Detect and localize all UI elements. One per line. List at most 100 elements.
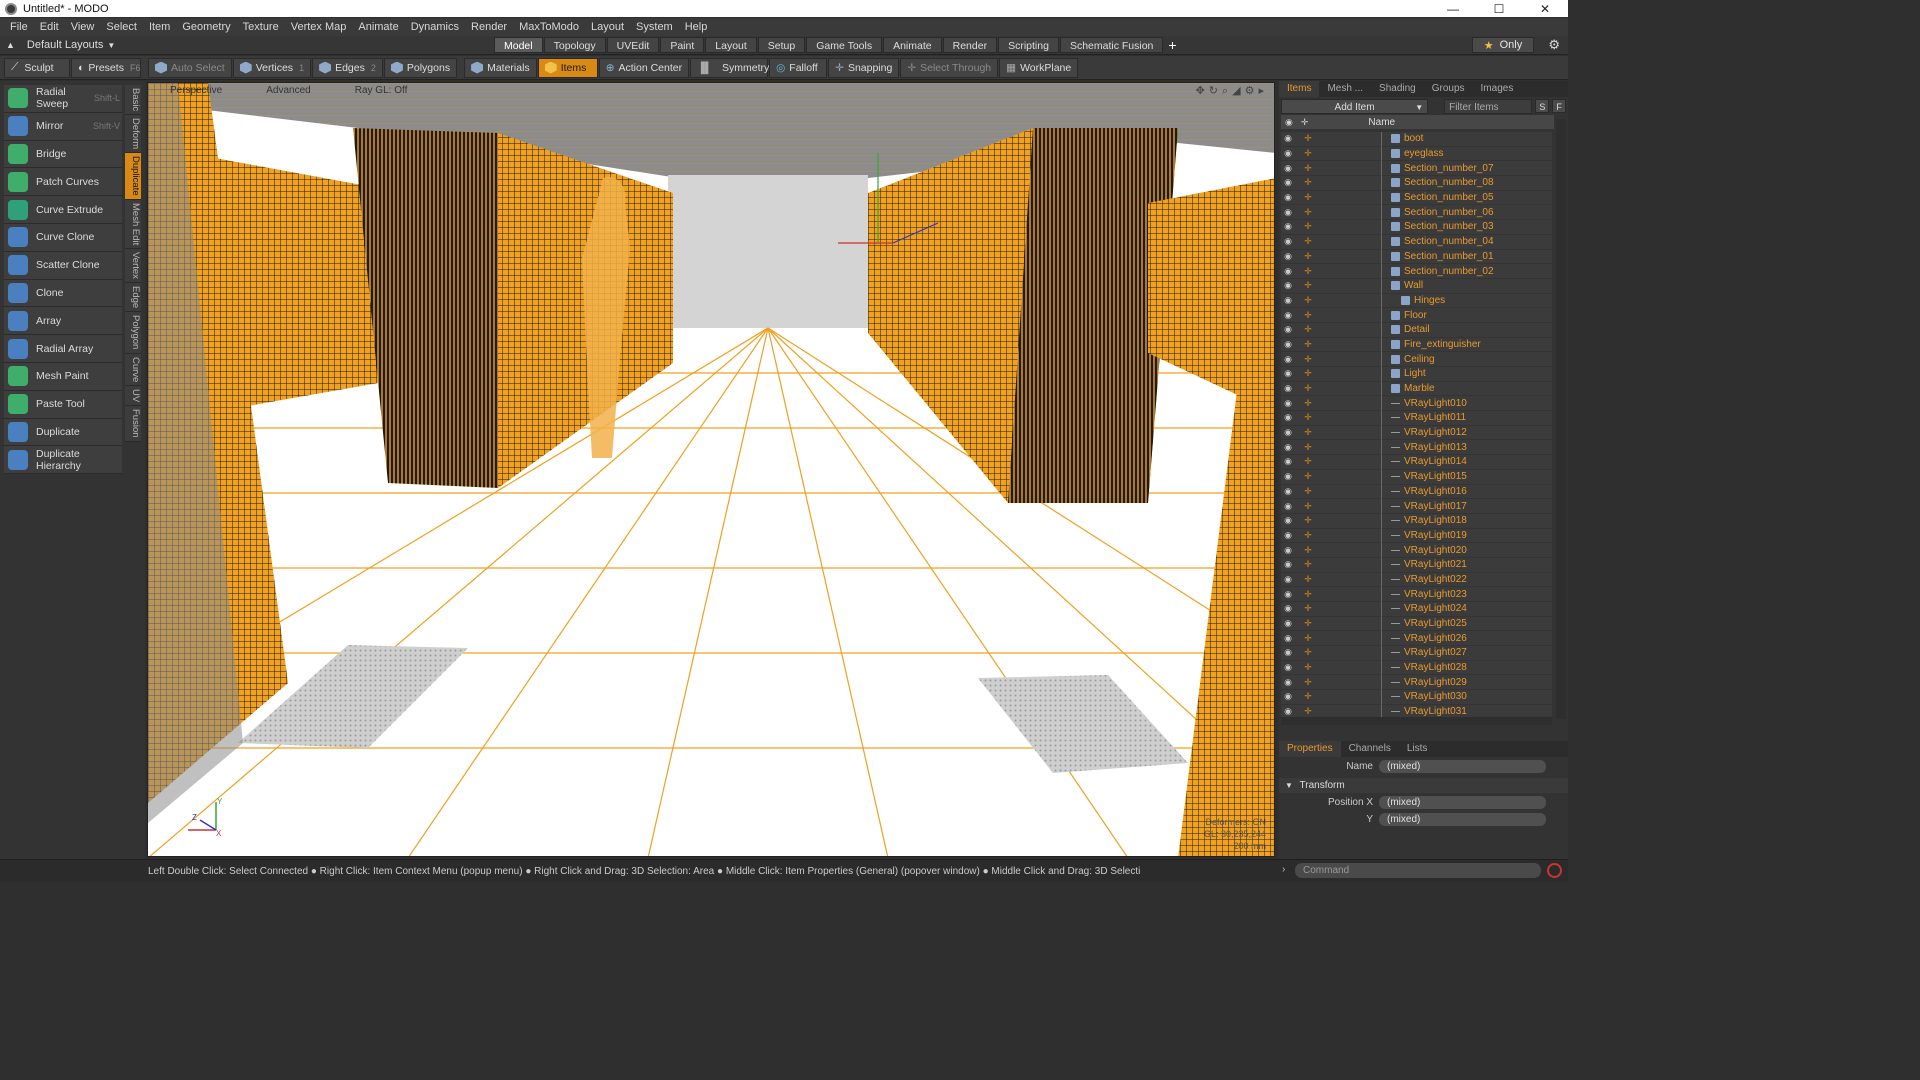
lock-icon[interactable]: ✛ <box>1301 647 1315 658</box>
lock-icon[interactable]: ✛ <box>1301 266 1315 277</box>
gear-icon[interactable]: ⚙ <box>1548 37 1560 53</box>
lock-icon[interactable]: ✛ <box>1301 530 1315 541</box>
eye-icon[interactable]: ◉ <box>1281 530 1295 541</box>
menu-edit[interactable]: Edit <box>34 21 65 33</box>
item-row[interactable]: ◉ ✛ VRayLight010 <box>1281 396 1552 412</box>
item-row[interactable]: ◉ ✛ VRayLight022 <box>1281 572 1552 588</box>
3d-viewport[interactable]: Perspective Advanced Ray GL: Off ✥↻⌕◢⚙▸ <box>147 82 1275 857</box>
lock-icon[interactable]: ✛ <box>1301 368 1315 379</box>
item-row[interactable]: ◉ ✛ Detail <box>1281 322 1552 338</box>
item-row[interactable]: ◉ ✛ VRayLight015 <box>1281 469 1552 485</box>
tool-bridge[interactable]: Bridge <box>4 140 122 169</box>
add-item-button[interactable]: Add Item ▼ <box>1281 98 1429 114</box>
item-row[interactable]: ◉ ✛ VRayLight029 <box>1281 675 1552 691</box>
item-row[interactable]: ◉ ✛ Section_number_01 <box>1281 249 1552 265</box>
tab-schematic-fusion[interactable]: Schematic Fusion <box>1059 37 1164 53</box>
side-tab-deform[interactable]: Deform <box>125 115 141 154</box>
lock-icon[interactable]: ✛ <box>1301 618 1315 629</box>
lock-icon[interactable]: ✛ <box>1301 662 1315 673</box>
item-row[interactable]: ◉ ✛ Section_number_04 <box>1281 234 1552 250</box>
side-tab-curve[interactable]: Curve <box>125 353 141 387</box>
item-row[interactable]: ◉ ✛ VRayLight024 <box>1281 601 1552 617</box>
lock-icon[interactable]: ✛ <box>1301 559 1315 570</box>
side-tab-edge[interactable]: Edge <box>125 283 141 313</box>
menu-animate[interactable]: Animate <box>352 21 404 33</box>
lock-icon[interactable]: ✛ <box>1301 251 1315 262</box>
minimize-button[interactable]: — <box>1430 0 1476 17</box>
eye-icon[interactable]: ◉ <box>1281 236 1295 247</box>
item-row[interactable]: ◉ ✛ VRayLight019 <box>1281 528 1552 544</box>
eye-icon[interactable]: ◉ <box>1281 266 1295 277</box>
tab-topology[interactable]: Topology <box>543 37 606 53</box>
lock-icon[interactable]: ✛ <box>1301 442 1315 453</box>
eye-icon[interactable]: ◉ <box>1281 633 1295 644</box>
tool-mesh-paint[interactable]: Mesh Paint <box>4 362 122 391</box>
lock-icon[interactable]: ✛ <box>1301 295 1315 306</box>
s-button[interactable]: S <box>1535 99 1550 113</box>
only-button[interactable]: ★ Only <box>1472 37 1534 53</box>
view-perspective[interactable]: Perspective <box>148 85 244 96</box>
tool-patch-curves[interactable]: Patch Curves <box>4 168 122 197</box>
edges-button[interactable]: Edges 2 <box>312 57 383 78</box>
lock-icon[interactable]: ✛ <box>1301 515 1315 526</box>
materials-button[interactable]: Materials <box>464 57 537 78</box>
item-row[interactable]: ◉ ✛ Fire_extinguisher <box>1281 337 1552 353</box>
item-row[interactable]: ◉ ✛ Ceiling <box>1281 352 1552 368</box>
eye-icon[interactable]: ◉ <box>1281 295 1295 306</box>
tool-paste-tool[interactable]: Paste Tool <box>4 390 122 419</box>
item-row[interactable]: ◉ ✛ VRayLight012 <box>1281 425 1552 441</box>
view-advanced[interactable]: Advanced <box>244 85 332 96</box>
tab-shading[interactable]: Shading <box>1371 81 1424 97</box>
tab-uvedit[interactable]: UVEdit <box>606 37 660 53</box>
side-tab-basic[interactable]: Basic <box>125 85 141 116</box>
item-list-scrollbar[interactable] <box>1556 119 1566 719</box>
tool-mirror[interactable]: Mirror Shift-V <box>4 112 122 141</box>
lock-icon[interactable]: ✛ <box>1301 207 1315 218</box>
position-x-field[interactable]: (mixed) <box>1379 796 1546 809</box>
side-tab-vertex[interactable]: Vertex <box>125 249 141 284</box>
lock-icon[interactable]: ✛ <box>1301 192 1315 203</box>
item-row[interactable]: ◉ ✛ VRayLight021 <box>1281 557 1552 573</box>
tab-channels[interactable]: Channels <box>1341 741 1399 757</box>
side-tab-mesh-edit[interactable]: Mesh Edit <box>125 200 141 250</box>
item-row[interactable]: ◉ ✛ VRayLight030 <box>1281 689 1552 705</box>
action-center-button[interactable]: ⊕ Action Center <box>598 57 690 78</box>
item-row[interactable]: ◉ ✛ VRayLight020 <box>1281 543 1552 559</box>
command-input[interactable]: Command <box>1295 863 1541 878</box>
tool-scatter-clone[interactable]: Scatter Clone <box>4 251 122 280</box>
tab-properties[interactable]: Properties <box>1279 741 1341 757</box>
eye-icon[interactable]: ◉ <box>1281 501 1295 512</box>
eye-icon[interactable]: ◉ <box>1281 354 1295 365</box>
snapping-button[interactable]: ✛ Snapping <box>828 57 900 78</box>
item-row[interactable]: ◉ ✛ VRayLight016 <box>1281 484 1552 500</box>
tab-layout[interactable]: Layout <box>705 37 757 53</box>
tab-animate[interactable]: Animate <box>883 37 942 53</box>
tool-radial-sweep[interactable]: Radial Sweep Shift-L <box>4 85 122 113</box>
tab-mesh[interactable]: Mesh ... <box>1319 81 1371 97</box>
menu-texture[interactable]: Texture <box>237 21 285 33</box>
lock-icon[interactable]: ✛ <box>1301 398 1315 409</box>
auto-select-button[interactable]: Auto Select <box>148 57 232 78</box>
lock-icon[interactable]: ✛ <box>1301 545 1315 556</box>
item-row[interactable]: ◉ ✛ Marble <box>1281 381 1552 397</box>
lock-icon[interactable]: ✛ <box>1301 456 1315 467</box>
lock-icon[interactable]: ✛ <box>1301 324 1315 335</box>
lock-icon[interactable]: ✛ <box>1301 589 1315 600</box>
lock-icon[interactable]: ✛ <box>1301 310 1315 321</box>
layout-selector[interactable]: ▲ Default Layouts ▼ <box>0 39 200 51</box>
lock-icon[interactable]: ✛ <box>1301 501 1315 512</box>
lock-icon[interactable]: ✛ <box>1301 354 1315 365</box>
eye-icon[interactable]: ◉ <box>1281 324 1295 335</box>
presets-button[interactable]: ◐ Presets F6 <box>71 57 141 78</box>
tab-groups[interactable]: Groups <box>1424 81 1473 97</box>
tab-scripting[interactable]: Scripting <box>998 37 1059 53</box>
tool-duplicate-hierarchy[interactable]: Duplicate Hierarchy <box>4 446 122 475</box>
tab-game-tools[interactable]: Game Tools <box>806 37 883 53</box>
item-row[interactable]: ◉ ✛ Section_number_03 <box>1281 219 1552 235</box>
menu-maxtomodo[interactable]: MaxToModo <box>513 21 585 33</box>
name-column-header[interactable]: Name <box>1368 117 1395 128</box>
vertices-button[interactable]: Vertices 1 <box>232 57 312 78</box>
eye-icon[interactable]: ◉ <box>1281 368 1295 379</box>
item-row[interactable]: ◉ ✛ boot <box>1281 132 1552 147</box>
select-through-button[interactable]: ✛ Select Through <box>900 57 999 78</box>
